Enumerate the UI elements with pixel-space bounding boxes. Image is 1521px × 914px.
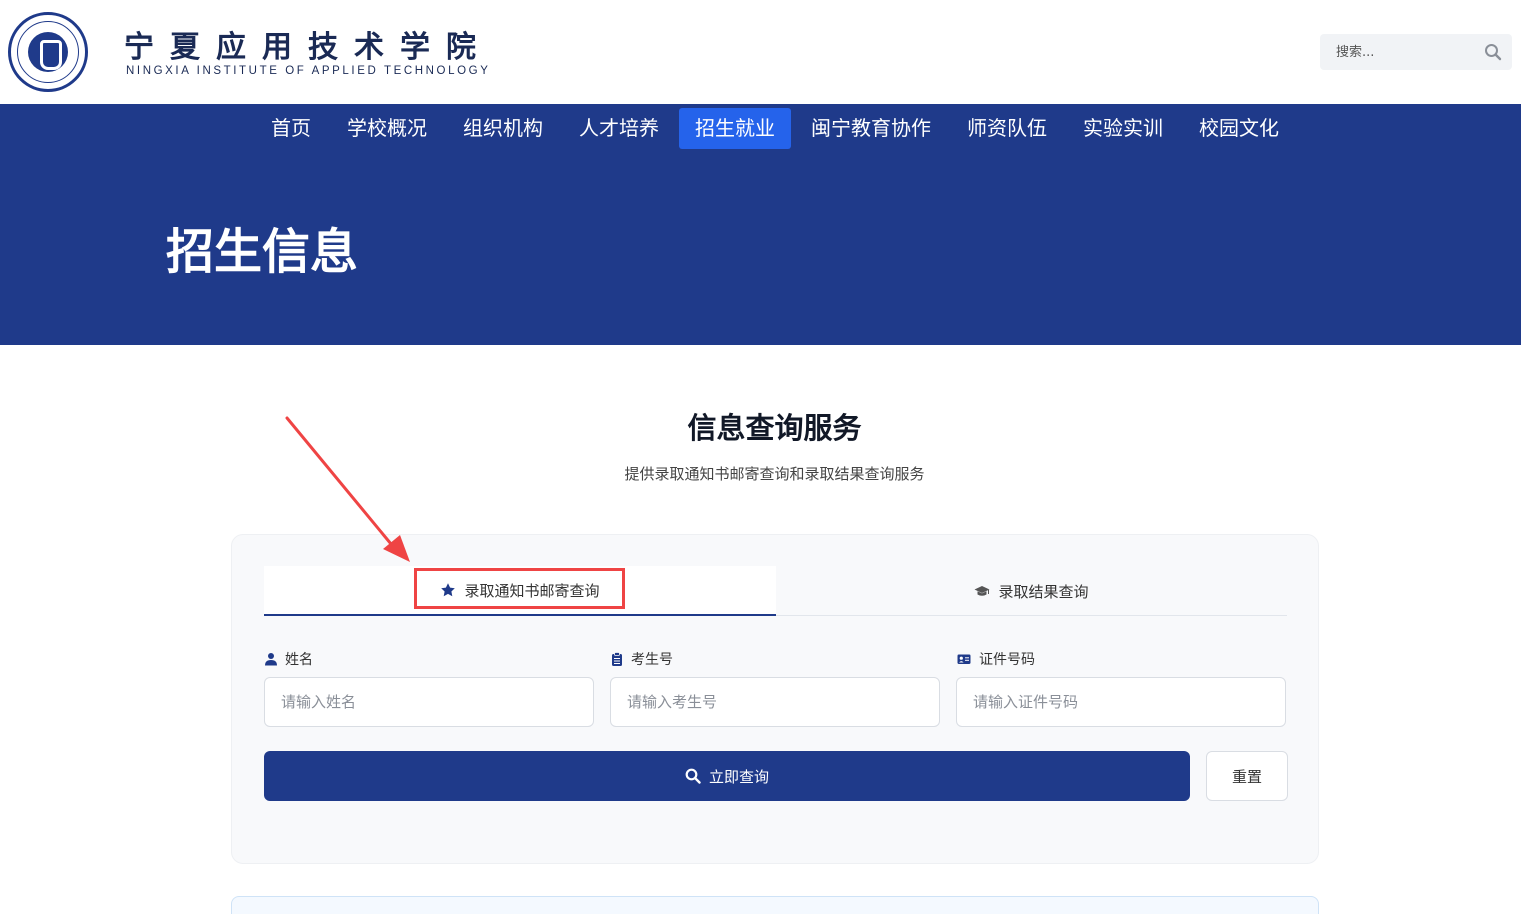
search-icon	[685, 768, 701, 784]
query-submit-label: 立即查询	[708, 767, 769, 786]
nav-item-organization[interactable]: 组织机构	[454, 108, 552, 149]
nav-item-minning-cooperation[interactable]: 闽宁教育协作	[802, 108, 940, 149]
search-box	[1320, 34, 1512, 70]
nav-item-about[interactable]: 学校概况	[338, 108, 436, 149]
query-card: 录取通知书邮寄查询 录取结果查询 姓名 考生号 证件号码 请输入姓名 请输入考生…	[231, 534, 1319, 864]
name-input[interactable]	[264, 677, 594, 727]
exam-number-input[interactable]	[610, 677, 940, 727]
nav-item-campus-culture[interactable]: 校园文化	[1190, 108, 1288, 149]
exam-number-label-text: 考生号	[631, 652, 673, 668]
tab-admission-result[interactable]: 录取结果查询	[776, 566, 1287, 616]
name-label: 姓名	[264, 649, 313, 669]
search-input[interactable]	[1320, 34, 1480, 70]
tab-label-result: 录取结果查询	[998, 582, 1089, 601]
school-name-cn: 宁夏应用技术学院	[124, 30, 492, 65]
nav-item-faculty[interactable]: 师资队伍	[958, 108, 1056, 149]
search-icon[interactable]	[1484, 43, 1502, 61]
logo-core	[28, 32, 68, 72]
main-nav: 首页 学校概况 组织机构 人才培养 招生就业 闽宁教育协作 师资队伍 实验实训 …	[0, 104, 1521, 154]
nav-item-admissions[interactable]: 招生就业	[679, 108, 791, 149]
name-label-text: 姓名	[285, 652, 313, 668]
id-card-icon	[957, 654, 971, 664]
site-header: 宁夏应用技术学院 NINGXIA INSTITUTE OF APPLIED TE…	[0, 0, 1521, 104]
query-submit-button[interactable]: 立即查询	[264, 751, 1190, 801]
school-seal-logo[interactable]	[8, 12, 88, 92]
id-number-label: 证件号码	[956, 649, 1035, 669]
annotation-arrow-icon	[285, 416, 410, 562]
id-number-input[interactable]	[956, 677, 1286, 727]
nav-item-labs[interactable]: 实验实训	[1074, 108, 1172, 149]
graduation-cap-icon	[974, 586, 990, 596]
user-icon	[265, 653, 277, 666]
clipboard-icon	[612, 652, 622, 666]
section-title: 信息查询服务	[687, 411, 862, 445]
school-name-en: NINGXIA INSTITUTE OF APPLIED TECHNOLOGY	[126, 65, 491, 77]
next-info-card	[231, 896, 1319, 914]
reset-button[interactable]: 重置	[1206, 751, 1288, 801]
id-number-label-text: 证件号码	[979, 652, 1035, 668]
exam-number-label: 考生号	[610, 649, 673, 669]
nav-item-home[interactable]: 首页	[262, 108, 320, 149]
page-title: 招生信息	[166, 224, 359, 280]
annotation-highlight-box	[414, 568, 625, 609]
nav-item-education[interactable]: 人才培养	[570, 108, 668, 149]
page-banner: 招生信息	[0, 154, 1521, 345]
section-subtitle: 提供录取通知书邮寄查询和录取结果查询服务	[624, 465, 925, 483]
